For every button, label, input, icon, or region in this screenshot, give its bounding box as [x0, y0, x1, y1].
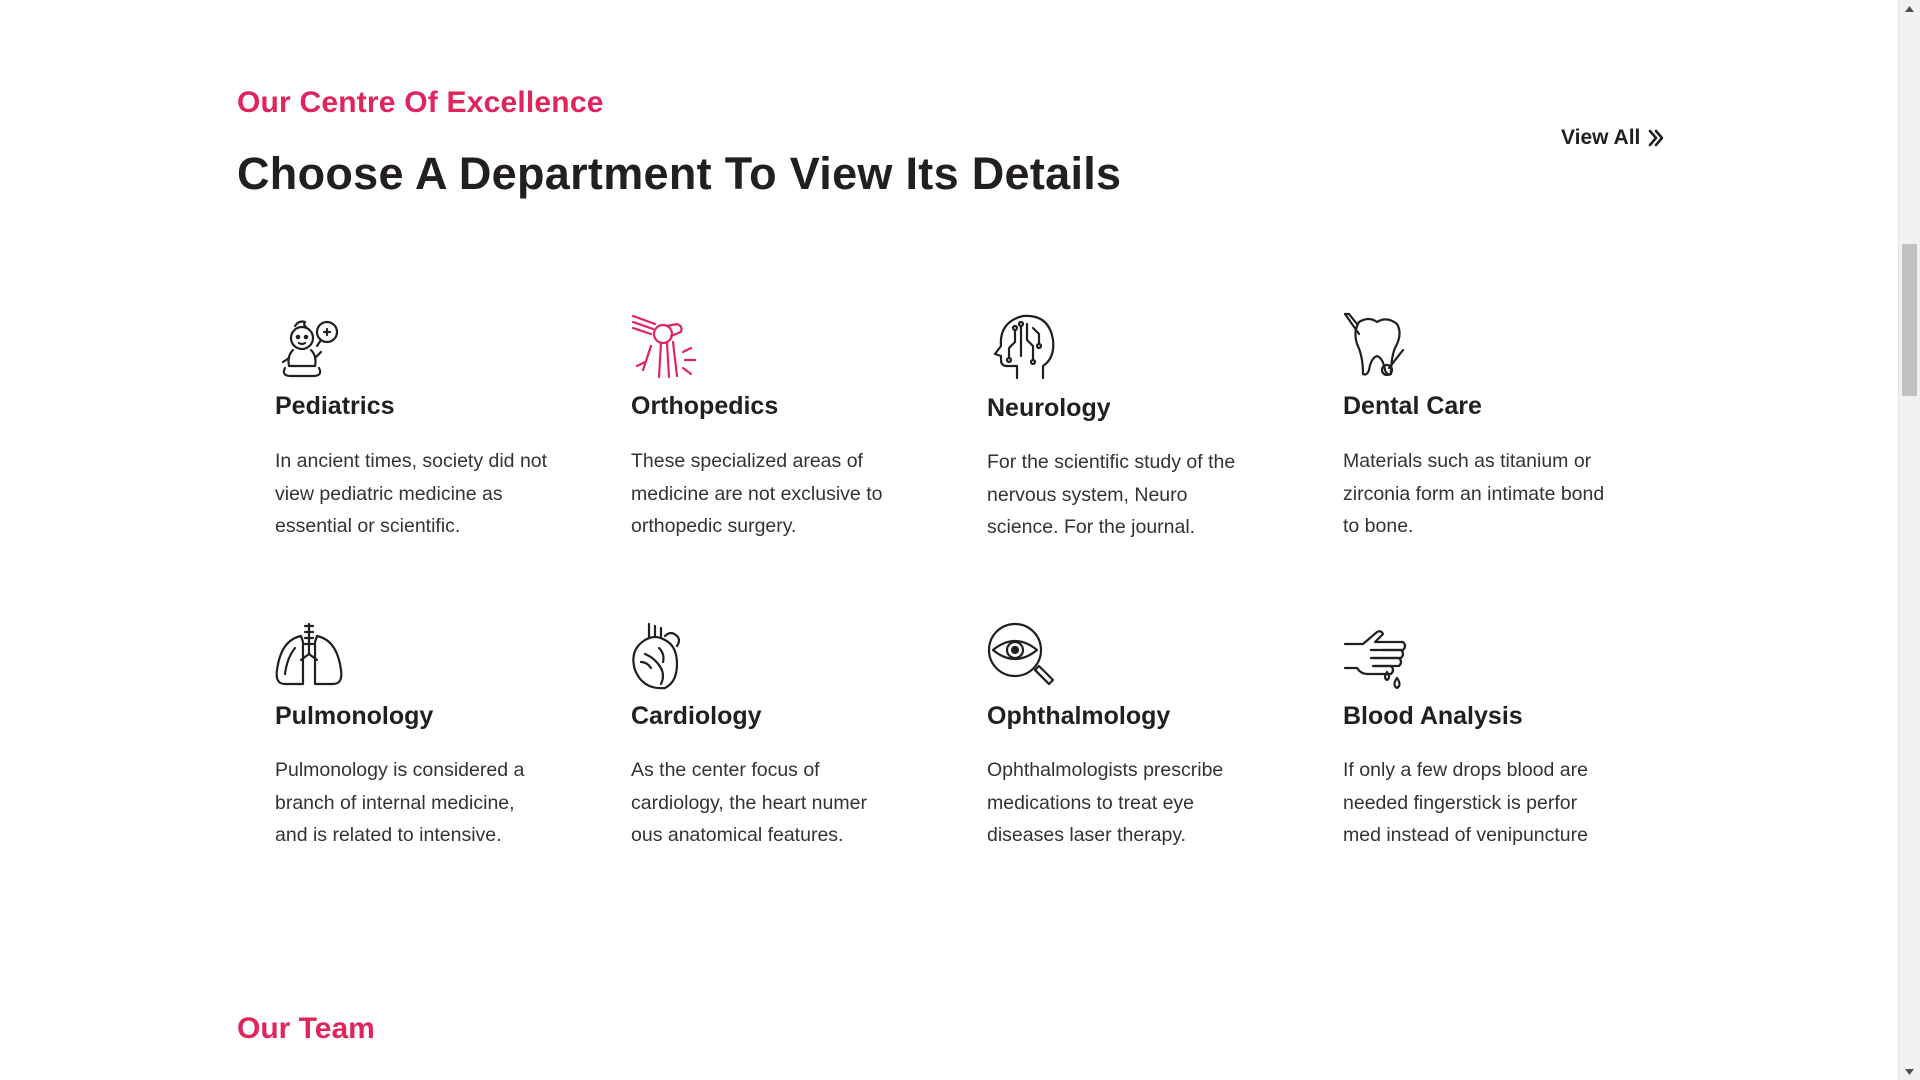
department-card-ophthalmology[interactable]: Ophthalmology Ophthalmologists prescribe…	[987, 622, 1287, 862]
department-name: Orthopedics	[631, 392, 779, 420]
team-section-title: Our Team	[237, 1012, 375, 1045]
department-card-pediatrics[interactable]: Pediatrics In ancient times, society did…	[275, 312, 575, 552]
lungs-icon	[275, 622, 343, 686]
baby-icon	[281, 320, 339, 378]
department-card-dental-care[interactable]: Dental Care Materials such as titanium o…	[1343, 312, 1643, 552]
finger-blood-drop-icon	[1343, 630, 1407, 690]
vertical-scrollbar[interactable]	[1898, 0, 1920, 1080]
department-description: As the center focus of cardiology, the h…	[631, 759, 867, 846]
view-all-label: View All	[1561, 126, 1641, 149]
scrollbar-thumb[interactable]	[1902, 244, 1917, 396]
department-name: Ophthalmology	[987, 702, 1171, 730]
main-content: Our Centre Of Excellence Choose A Depart…	[0, 0, 1898, 1080]
section-eyebrow: Our Centre Of Excellence	[237, 86, 604, 119]
heart-anatomy-icon	[632, 622, 681, 690]
department-card-orthopedics[interactable]: Orthopedics These specialized areas of m…	[631, 312, 931, 552]
section-title: Choose A Department To View Its Details	[237, 148, 1122, 199]
department-description: For the scientific study of the nervous …	[987, 451, 1236, 538]
department-description: These specialized areas of medicine are …	[631, 450, 883, 537]
page: Our Centre Of Excellence Choose A Depart…	[0, 0, 1920, 1080]
scroll-down-arrow-icon[interactable]	[1899, 1063, 1920, 1080]
department-card-blood-analysis[interactable]: Blood Analysis If only a few drops blood…	[1343, 622, 1643, 862]
department-description: Materials such as titanium or zirconia f…	[1343, 450, 1605, 537]
tooth-tools-icon	[1343, 312, 1405, 377]
brain-circuit-icon	[993, 314, 1055, 380]
department-description: If only a few drops blood are needed fin…	[1343, 759, 1588, 846]
department-description: Pulmonology is considered a branch of in…	[275, 759, 525, 846]
department-name: Dental Care	[1343, 392, 1482, 420]
department-description: Ophthalmologists prescribe medications t…	[987, 759, 1224, 846]
eye-magnifier-icon	[987, 622, 1055, 686]
department-card-cardiology[interactable]: Cardiology As the center focus of cardio…	[631, 622, 931, 862]
scroll-up-arrow-icon[interactable]	[1899, 0, 1920, 17]
view-all-link[interactable]: View All	[1561, 126, 1664, 150]
department-name: Blood Analysis	[1343, 702, 1523, 730]
department-description: In ancient times, society did not view p…	[275, 450, 548, 537]
department-name: Neurology	[987, 394, 1111, 422]
department-name: Cardiology	[631, 702, 762, 730]
department-card-pulmonology[interactable]: Pulmonology Pulmonology is considered a …	[275, 622, 575, 862]
department-name: Pulmonology	[275, 702, 434, 730]
knee-joint-icon	[631, 314, 697, 379]
department-name: Pediatrics	[275, 392, 395, 420]
double-chevron-right-icon	[1649, 129, 1664, 147]
department-card-neurology[interactable]: Neurology For the scientific study of th…	[987, 312, 1287, 552]
